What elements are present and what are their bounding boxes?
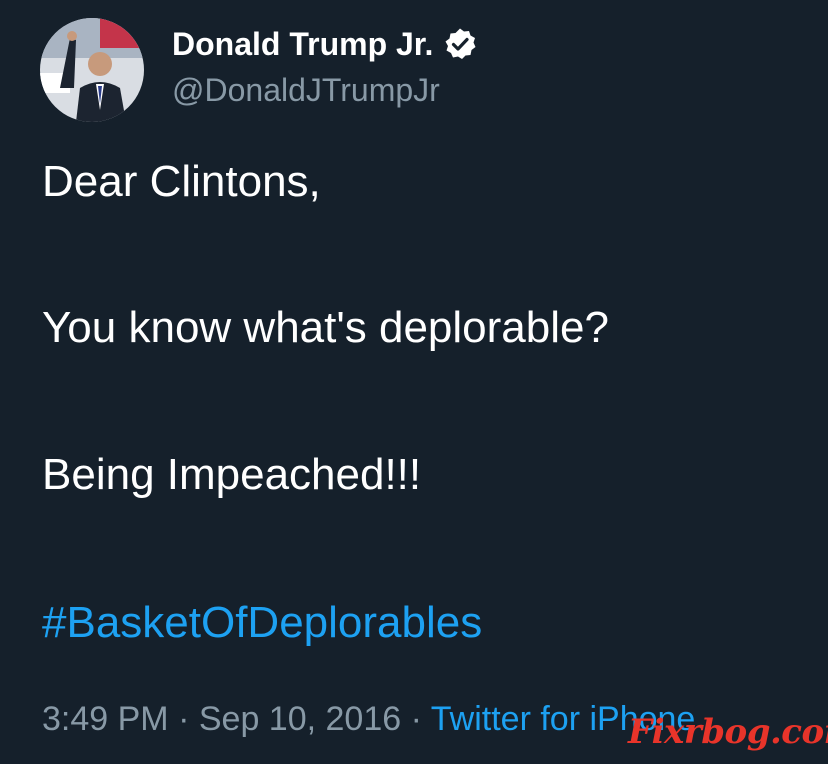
tweet-text-line-3: Being Impeached!!! (42, 450, 422, 499)
watermark: Fixrbog.com (628, 712, 828, 752)
tweet-card: Donald Trump Jr. @DonaldJTrumpJr Dear Cl… (0, 0, 828, 764)
tweet-text-line-2: You know what's deplorable? (42, 303, 609, 352)
verified-badge-icon (443, 27, 477, 61)
author-name-row: Donald Trump Jr. (172, 22, 477, 66)
tweet-date[interactable]: Sep 10, 2016 (199, 700, 401, 738)
tweet-text-line-1: Dear Clintons, (42, 157, 321, 206)
avatar[interactable] (40, 18, 144, 122)
meta-separator: · (178, 700, 190, 738)
tweet-metadata: 3:49 PM · Sep 10, 2016 · Twitter for iPh… (42, 700, 695, 739)
tweet-time[interactable]: 3:49 PM (42, 700, 169, 738)
hashtag-link[interactable]: #BasketOfDeplorables (42, 598, 482, 648)
username-handle[interactable]: @DonaldJTrumpJr (172, 72, 440, 109)
display-name[interactable]: Donald Trump Jr. (172, 26, 433, 63)
avatar-image (40, 18, 144, 122)
meta-separator: · (410, 700, 422, 738)
